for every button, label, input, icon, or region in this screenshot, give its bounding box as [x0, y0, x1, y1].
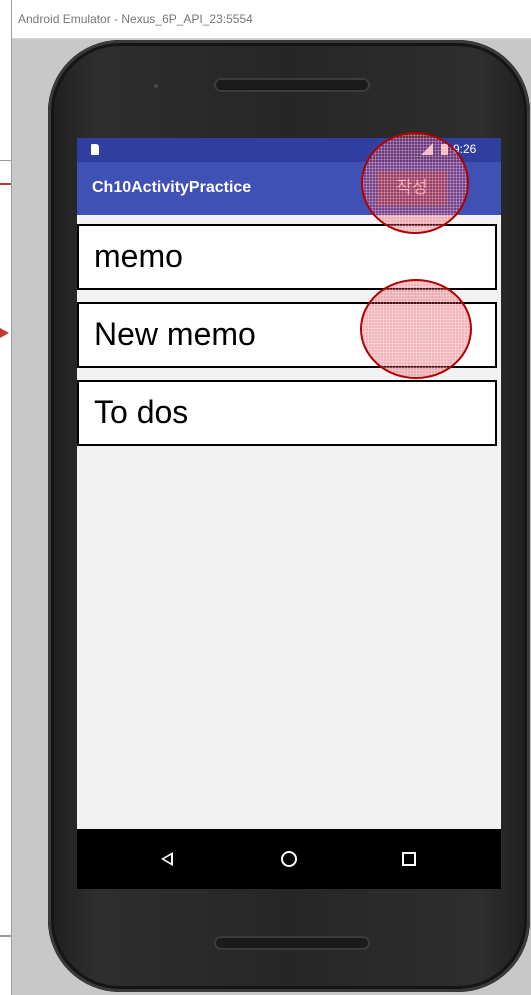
front-sensor	[154, 84, 158, 88]
home-icon[interactable]	[254, 829, 324, 889]
window-title: Android Emulator - Nexus_6P_API_23:5554	[18, 12, 253, 26]
list-item-label: New memo	[94, 316, 256, 352]
list-item-label: To dos	[94, 394, 189, 430]
list-item-to-dos[interactable]: To dos	[77, 380, 497, 446]
navigation-bar	[77, 829, 501, 889]
annotation-arrow	[0, 328, 9, 338]
highlight-circle-new-memo	[360, 279, 472, 379]
back-icon[interactable]	[132, 829, 202, 889]
top-speaker-grille	[216, 80, 368, 90]
list-item-label: memo	[94, 238, 183, 274]
device-screen: 9:26 Ch10ActivityPractice 작성 memo New me…	[77, 138, 501, 889]
app-title: Ch10ActivityPractice	[92, 179, 252, 196]
sd-card-icon	[91, 144, 99, 155]
window-titlebar[interactable]: Android Emulator - Nexus_6P_API_23:5554	[12, 0, 531, 39]
slide-divider	[0, 935, 11, 937]
list-item-memo[interactable]: memo	[77, 224, 497, 290]
bottom-speaker-grille	[216, 938, 368, 948]
recents-icon[interactable]	[374, 829, 444, 889]
highlight-circle-write-button	[361, 132, 469, 234]
